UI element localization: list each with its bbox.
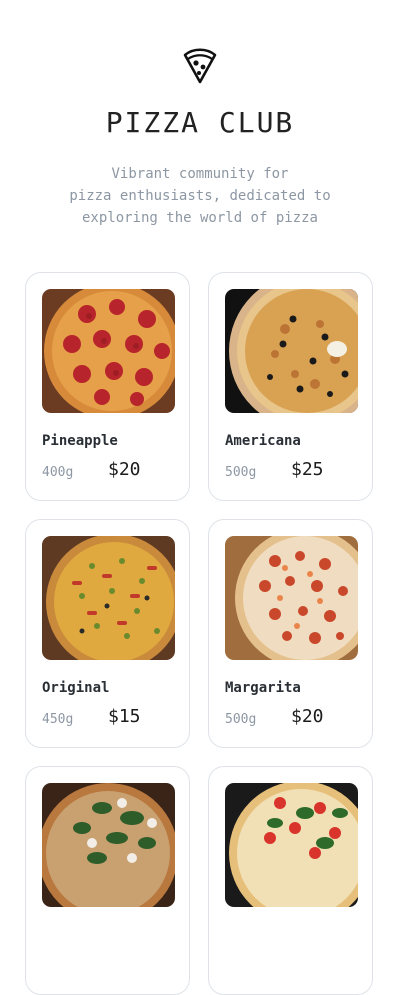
product-weight: 500g — [225, 465, 257, 480]
product-weight: 500g — [225, 712, 257, 727]
product-card[interactable] — [208, 766, 373, 995]
product-name: Original — [42, 680, 110, 696]
product-card[interactable] — [25, 766, 190, 995]
product-weight: 400g — [42, 465, 74, 480]
product-price: $15 — [108, 706, 141, 727]
product-card[interactable]: Original 450g $15 — [25, 519, 190, 748]
product-card[interactable]: Margarita 500g $20 — [208, 519, 373, 748]
product-price: $25 — [291, 459, 324, 480]
page-subtitle: Vibrant community for pizza enthusiasts,… — [50, 163, 350, 229]
page-title: PIZZA CLUB — [105, 106, 295, 139]
product-name: Margarita — [225, 680, 301, 696]
product-name: Americana — [225, 433, 301, 449]
pizza-image — [42, 536, 175, 660]
product-price: $20 — [108, 459, 141, 480]
pizza-image — [225, 536, 358, 660]
product-card[interactable]: Americana 500g $25 — [208, 272, 373, 501]
pizza-image — [42, 783, 175, 907]
product-name: Pineapple — [42, 433, 118, 449]
subtitle-line: Vibrant community for — [111, 166, 289, 182]
pizza-image — [225, 289, 358, 413]
pizza-image — [225, 783, 358, 907]
product-card[interactable]: Pineapple 400g $20 — [25, 272, 190, 501]
pizza-slice-icon — [183, 46, 217, 84]
subtitle-line: exploring the world of pizza — [81, 210, 318, 226]
product-grid: Pineapple 400g $20 Americana 500g $25 Or… — [25, 272, 375, 995]
subtitle-line: pizza enthusiasts, dedicated to — [69, 188, 331, 204]
product-weight: 450g — [42, 712, 74, 727]
pizza-image — [42, 289, 175, 413]
product-price: $20 — [291, 706, 324, 727]
